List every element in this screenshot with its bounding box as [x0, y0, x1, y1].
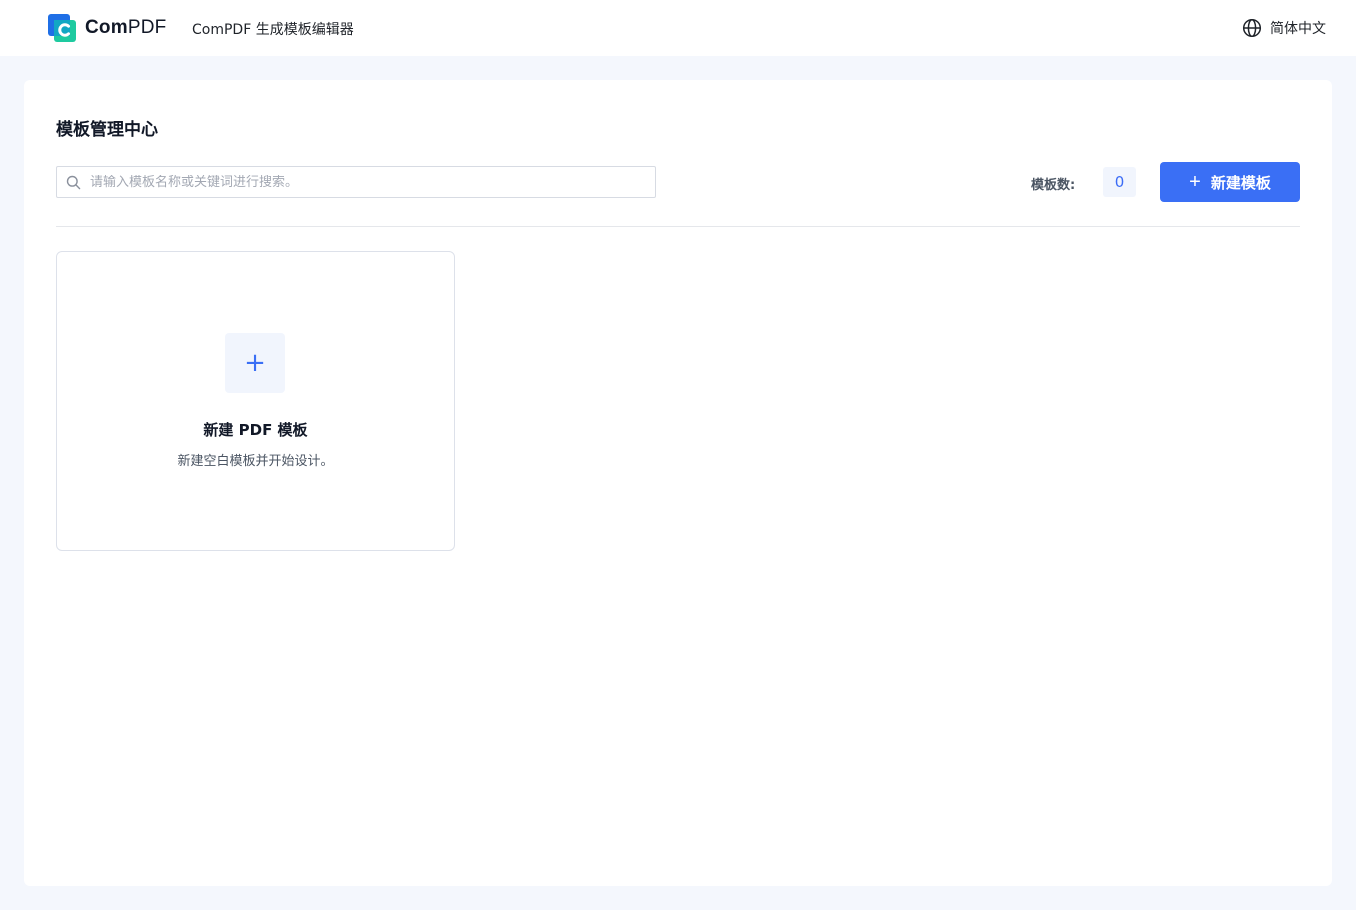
- template-management-panel: 模板管理中心 模板数: 0 + 新建模板 + 新建 PDF 模板 新建空白模板并…: [24, 80, 1332, 886]
- top-header: ComPDF ComPDF 生成模板编辑器 简体中文: [0, 0, 1356, 56]
- new-template-button-label: 新建模板: [1210, 174, 1271, 192]
- new-pdf-template-description: 新建空白模板并开始设计。: [177, 454, 334, 469]
- app-title: ComPDF 生成模板编辑器: [192, 22, 354, 38]
- new-pdf-template-title: 新建 PDF 模板: [203, 421, 308, 439]
- search-input[interactable]: [90, 174, 655, 190]
- logo-text-com: Com: [85, 17, 128, 38]
- logo-text-pdf: PDF: [127, 17, 167, 38]
- new-template-button[interactable]: + 新建模板: [1160, 162, 1300, 202]
- search-icon: [66, 175, 81, 189]
- language-selector[interactable]: 简体中文: [1242, 18, 1326, 38]
- plus-icon: +: [225, 333, 285, 393]
- template-count-badge: 0: [1103, 167, 1136, 197]
- search-box[interactable]: [56, 166, 656, 198]
- page-title: 模板管理中心: [56, 120, 158, 140]
- divider: [56, 226, 1300, 227]
- compdf-logo-icon: [48, 14, 76, 42]
- plus-icon: +: [1189, 171, 1201, 193]
- logo-text: ComPDF: [85, 17, 166, 39]
- template-count-label: 模板数:: [1031, 178, 1076, 193]
- compdf-logo[interactable]: ComPDF: [48, 14, 166, 42]
- language-label: 简体中文: [1270, 21, 1326, 37]
- globe-icon: [1242, 18, 1262, 38]
- new-pdf-template-card[interactable]: + 新建 PDF 模板 新建空白模板并开始设计。: [56, 251, 455, 551]
